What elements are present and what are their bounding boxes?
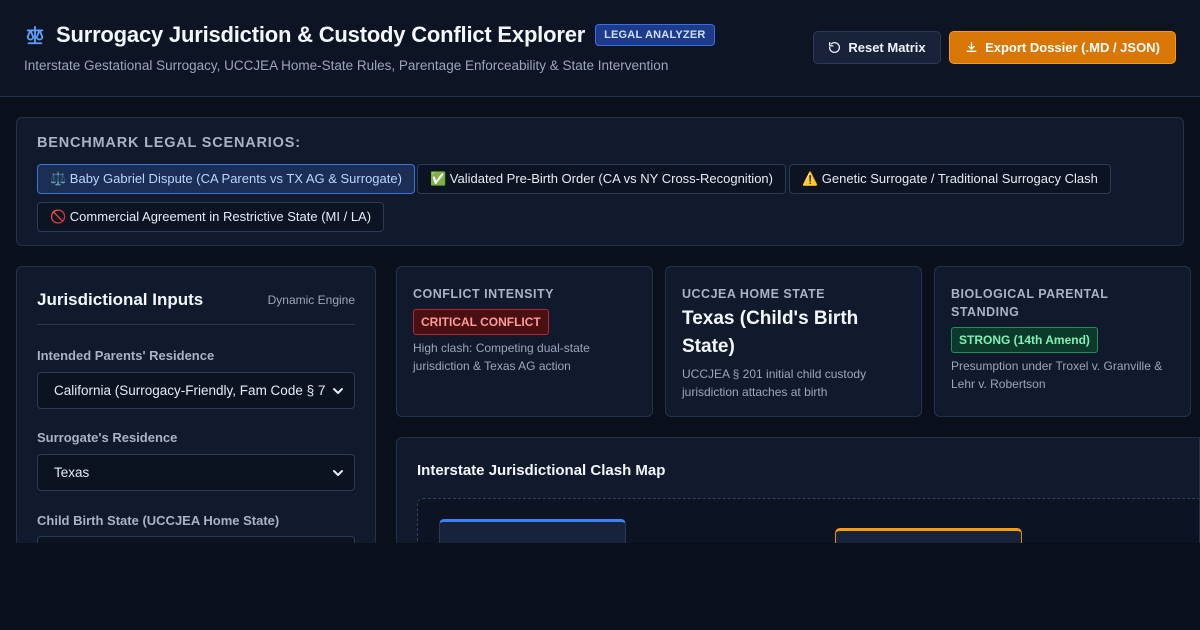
reset-matrix-button[interactable]: Reset Matrix: [813, 31, 941, 64]
clash-map-title: Interstate Jurisdictional Clash Map: [417, 462, 666, 479]
page-title: Surrogacy Jurisdiction & Custody Conflic…: [56, 22, 586, 47]
title-row: Surrogacy Jurisdiction & Custody Conflic…: [24, 22, 715, 48]
surrogate-residence-value: Texas: [54, 465, 90, 480]
critical-conflict-badge: CRITICAL CONFLICT: [413, 309, 549, 335]
scenario-chip-baby-gabriel[interactable]: ⚖️ Baby Gabriel Dispute (CA Parents vs T…: [37, 164, 415, 194]
intended-parents-residence-value: California (Surrogacy-Friendly, Fam Code…: [54, 383, 326, 398]
dynamic-engine-tag: Dynamic Engine: [267, 293, 355, 307]
uccjea-home-state-desc: UCCJEA § 201 initial child custody juris…: [682, 367, 867, 399]
page-subtitle: Interstate Gestational Surrogacy, UCCJEA…: [24, 58, 669, 73]
scales-icon: [24, 24, 46, 46]
export-dossier-button[interactable]: Export Dossier (.MD / JSON): [949, 31, 1176, 64]
page-background: [0, 543, 1200, 630]
reset-matrix-label: Reset Matrix: [848, 40, 926, 55]
uccjea-home-state-value: Texas (Child's Birth State): [682, 308, 859, 357]
surrogate-residence-select[interactable]: Texas: [37, 454, 355, 491]
header: Surrogacy Jurisdiction & Custody Conflic…: [0, 0, 1200, 97]
scenario-chip-commercial-agreement[interactable]: 🚫 Commercial Agreement in Restrictive St…: [37, 202, 385, 232]
export-dossier-label: Export Dossier (.MD / JSON): [985, 40, 1160, 55]
intended-parents-residence-label: Intended Parents' Residence: [37, 348, 215, 363]
inputs-title: Jurisdictional Inputs: [37, 290, 204, 309]
strong-standing-badge: STRONG (14th Amend): [951, 327, 1098, 353]
conflict-intensity-card: CONFLICT INTENSITY CRITICAL CONFLICT Hig…: [396, 266, 653, 417]
legal-analyzer-badge: LEGAL ANALYZER: [595, 24, 715, 46]
child-birth-state-label: Child Birth State (UCCJEA Home State): [37, 513, 280, 528]
jurisdictional-inputs-panel: Jurisdictional Inputs Dynamic Engine Int…: [16, 266, 376, 556]
benchmark-scenarios-panel: BENCHMARK LEGAL SCENARIOS: ⚖️ Baby Gabri…: [16, 117, 1184, 246]
biological-standing-label: BIOLOGICAL PARENTAL STANDING: [951, 287, 1109, 319]
refresh-icon: [828, 41, 841, 54]
scenarios-title: BENCHMARK LEGAL SCENARIOS:: [37, 135, 301, 151]
chevron-down-icon: [333, 470, 343, 476]
inputs-divider: [37, 324, 355, 325]
biological-standing-desc: Presumption under Troxel v. Granville & …: [951, 359, 1163, 391]
scenario-chip-genetic-surrogate[interactable]: ⚠️ Genetic Surrogate / Traditional Surro…: [789, 164, 1111, 194]
uccjea-home-state-card: UCCJEA HOME STATE Texas (Child's Birth S…: [665, 266, 922, 417]
scenario-chip-pre-birth-order[interactable]: ✅ Validated Pre-Birth Order (CA vs NY Cr…: [417, 164, 786, 194]
conflict-intensity-label: CONFLICT INTENSITY: [413, 287, 554, 301]
app-root: Surrogacy Jurisdiction & Custody Conflic…: [0, 0, 1200, 630]
uccjea-home-state-label: UCCJEA HOME STATE: [682, 287, 825, 301]
download-icon: [965, 41, 978, 54]
clash-map-panel: Interstate Jurisdictional Clash Map: [396, 437, 1200, 556]
surrogate-residence-label: Surrogate's Residence: [37, 430, 178, 445]
intended-parents-residence-select[interactable]: California (Surrogacy-Friendly, Fam Code…: [37, 372, 355, 409]
conflict-intensity-desc: High clash: Competing dual-state jurisdi…: [413, 341, 590, 373]
chevron-down-icon: [333, 388, 343, 394]
biological-standing-card: BIOLOGICAL PARENTAL STANDING STRONG (14t…: [934, 266, 1191, 417]
